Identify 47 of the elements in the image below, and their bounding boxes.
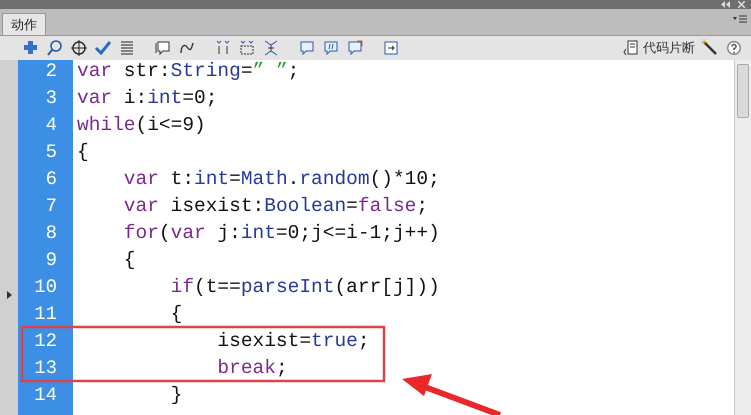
panel-tab[interactable]: 动作 [2,13,46,35]
code-line: { [77,141,89,165]
line-number: 2 [44,60,58,84]
line-number: 5 [44,141,58,165]
code-snippets-button[interactable]: 代码片断 [623,39,695,57]
check-icon[interactable] [94,39,112,57]
search-icon[interactable] [46,39,64,57]
close-icon[interactable] [738,1,745,8]
target-icon[interactable] [70,39,88,57]
magic-wand-icon[interactable] [701,39,719,57]
line-number: 10 [33,276,58,300]
code-line: if(t==parseInt(arr[j])) [170,276,440,300]
code-line: for(var j:int=0;j<=i-1;j++) [122,222,440,246]
code-line: var isexist:Boolean=false; [122,195,428,219]
menu-icon[interactable] [733,15,747,25]
line-number: 12 [33,330,58,354]
line-number: 9 [44,249,58,273]
line-number: 13 [33,357,58,381]
scrollbar-thumb[interactable] [737,64,749,118]
code-line: var i:int=0; [77,87,218,111]
collapse-braces-icon[interactable] [214,39,232,57]
block-comment-icon[interactable] [298,39,316,57]
help-icon[interactable] [725,39,743,57]
line-number: 8 [44,222,58,246]
snippet-icon [623,39,639,57]
line-number: 11 [33,303,58,327]
line-number: 14 [33,384,58,408]
collapse-selection-icon[interactable] [238,39,256,57]
code-line: var t:int=Math.random()*10; [122,168,440,192]
remove-comment-icon[interactable] [346,39,364,57]
comment-icon[interactable] [154,39,172,57]
line-number: 3 [44,87,58,111]
code-line: var str:String=” ”; [77,60,300,84]
code-line: while(i<=9) [77,114,206,138]
code-line: { [170,303,182,327]
line-comment-icon[interactable] [322,39,340,57]
panel-toggle-icon[interactable] [382,39,400,57]
code-line: break; [216,357,288,381]
line-number: 4 [44,114,58,138]
add-icon[interactable] [22,39,40,57]
expand-icon[interactable] [6,291,12,299]
code-line: } [170,384,182,408]
list-icon[interactable] [118,39,136,57]
code-line: isexist=true; [216,330,370,354]
line-number: 7 [44,195,58,219]
code-line: { [122,249,136,273]
line-number: 6 [44,168,58,192]
